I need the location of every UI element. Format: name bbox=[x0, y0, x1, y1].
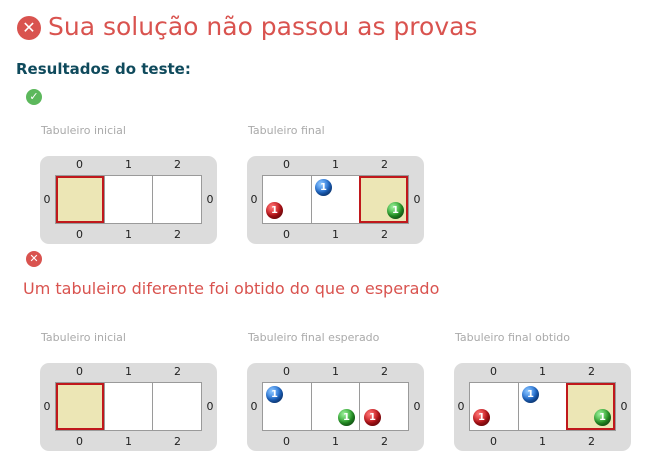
column-label-top: 0 bbox=[283, 365, 290, 378]
green-ball: 1 bbox=[387, 202, 404, 219]
board-caption: Tabuleiro final bbox=[248, 124, 325, 137]
blue-ball: 1 bbox=[266, 386, 283, 403]
row-label-left: 0 bbox=[457, 399, 465, 413]
board: 00112200111 bbox=[247, 156, 424, 244]
column-label-top: 1 bbox=[125, 158, 132, 171]
board: 0 0 1 1 2 2 0 0 bbox=[40, 156, 217, 244]
row-label-left: 0 bbox=[250, 192, 258, 206]
blue-ball: 1 bbox=[315, 179, 332, 196]
row-label-right: 0 bbox=[206, 192, 214, 206]
column-label-bottom: 0 bbox=[283, 435, 290, 448]
column-label-top: 0 bbox=[490, 365, 497, 378]
board-grid bbox=[262, 175, 409, 224]
row-label-right: 0 bbox=[413, 399, 421, 413]
column-label-bottom: 2 bbox=[381, 435, 388, 448]
board-caption: Tabuleiro final esperado bbox=[248, 331, 380, 344]
board-grid bbox=[262, 382, 409, 431]
column-label-bottom: 1 bbox=[539, 435, 546, 448]
column-label-top: 1 bbox=[332, 158, 339, 171]
row-label-left: 0 bbox=[250, 399, 258, 413]
board-grid bbox=[55, 382, 202, 431]
column-label-top: 2 bbox=[174, 158, 181, 171]
error-message: Um tabuleiro diferente foi obtido do que… bbox=[23, 279, 440, 298]
board-cell bbox=[152, 383, 201, 430]
column-label-bottom: 1 bbox=[332, 435, 339, 448]
row-label-right: 0 bbox=[620, 399, 628, 413]
row-label-right: 0 bbox=[413, 192, 421, 206]
column-label-top: 2 bbox=[588, 365, 595, 378]
column-label-bottom: 2 bbox=[588, 435, 595, 448]
target-cell bbox=[56, 176, 104, 223]
column-label-top: 2 bbox=[381, 365, 388, 378]
red-ball: 1 bbox=[266, 202, 283, 219]
red-ball: 1 bbox=[473, 409, 490, 426]
column-label-top: 2 bbox=[174, 365, 181, 378]
page-title: Sua solução não passou as provas bbox=[48, 12, 478, 41]
column-label-bottom: 0 bbox=[283, 228, 290, 241]
green-ball: 1 bbox=[338, 409, 355, 426]
column-label-top: 1 bbox=[332, 365, 339, 378]
column-label-bottom: 1 bbox=[125, 228, 132, 241]
board: 00112200111 bbox=[454, 363, 631, 451]
board-caption: Tabuleiro inicial bbox=[41, 124, 126, 137]
blue-ball: 1 bbox=[522, 386, 539, 403]
board-grid bbox=[469, 382, 616, 431]
column-label-bottom: 2 bbox=[174, 228, 181, 241]
board-grid bbox=[55, 175, 202, 224]
column-label-top: 0 bbox=[283, 158, 290, 171]
board-cell bbox=[103, 176, 153, 223]
board-cell bbox=[103, 383, 153, 430]
green-ball: 1 bbox=[594, 409, 611, 426]
column-label-top: 0 bbox=[76, 158, 83, 171]
column-label-top: 0 bbox=[76, 365, 83, 378]
column-label-bottom: 2 bbox=[174, 435, 181, 448]
column-label-bottom: 0 bbox=[76, 435, 83, 448]
column-label-bottom: 0 bbox=[490, 435, 497, 448]
red-ball: 1 bbox=[364, 409, 381, 426]
column-label-top: 1 bbox=[125, 365, 132, 378]
column-label-bottom: 0 bbox=[76, 228, 83, 241]
board-caption: Tabuleiro final obtido bbox=[455, 331, 570, 344]
column-label-bottom: 1 bbox=[125, 435, 132, 448]
check-circle-icon: ✓ bbox=[26, 89, 42, 105]
row-label-left: 0 bbox=[43, 192, 51, 206]
results-label: Resultados do teste: bbox=[16, 60, 191, 78]
target-cell bbox=[56, 383, 104, 430]
column-label-bottom: 1 bbox=[332, 228, 339, 241]
board-cell bbox=[152, 176, 201, 223]
board: 00112200111 bbox=[247, 363, 424, 451]
column-label-top: 2 bbox=[381, 158, 388, 171]
column-label-bottom: 2 bbox=[381, 228, 388, 241]
x-circle-icon: ✕ bbox=[17, 16, 41, 40]
column-label-top: 1 bbox=[539, 365, 546, 378]
row-label-right: 0 bbox=[206, 399, 214, 413]
x-circle-icon: ✕ bbox=[26, 251, 42, 267]
row-label-left: 0 bbox=[43, 399, 51, 413]
board: 0 0 1 1 2 2 0 0 bbox=[40, 363, 217, 451]
board-caption: Tabuleiro inicial bbox=[41, 331, 126, 344]
